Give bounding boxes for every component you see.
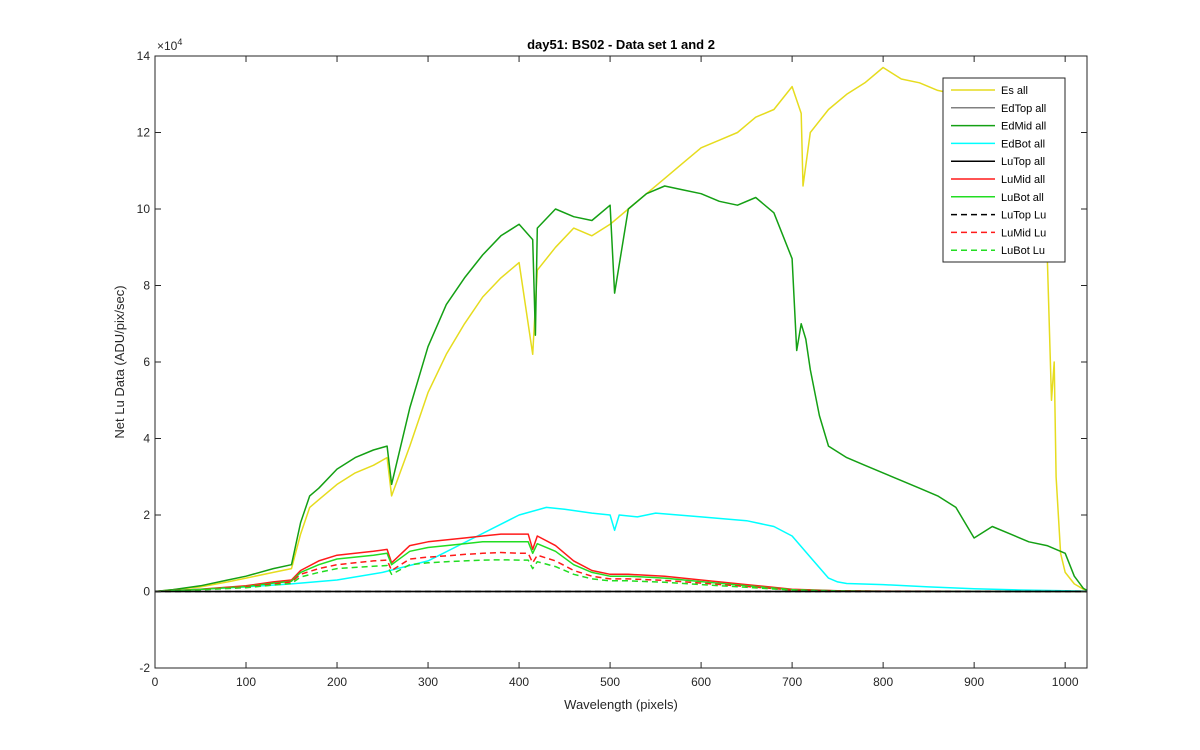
x-tick-label: 600 [691,675,711,689]
legend-label: LuTop Lu [1001,210,1046,222]
y-tick-label: 6 [143,355,150,369]
y-tick-label: 12 [137,126,151,140]
legend-label: Es all [1001,85,1028,97]
legend-label: EdTop all [1001,103,1046,115]
x-tick-label: 700 [782,675,802,689]
x-tick-label: 300 [418,675,438,689]
legend-label: LuTop all [1001,156,1045,168]
x-tick-label: 800 [873,675,893,689]
y-axis-exponent-base: ×10 [157,39,178,53]
y-axis-label: Net Lu Data (ADU/pix/sec) [112,285,127,438]
chart-title: day51: BS02 - Data set 1 and 2 [527,37,715,52]
y-tick-label: 4 [143,432,150,446]
legend-label: EdMid all [1001,121,1046,133]
y-tick-label: 10 [137,202,151,216]
y-tick-label: 8 [143,279,150,293]
line-chart: 0 100 200 300 400 500 600 700 800 900 1000 -202468… [0,0,1200,750]
y-tick-label: 2 [143,508,150,522]
x-tick-label: 200 [327,675,347,689]
y-tick-label: -2 [139,661,150,675]
x-axis-label: Wavelength (pixels) [564,697,678,712]
y-tick-label: 0 [143,585,150,599]
legend-label: EdBot all [1001,138,1045,150]
x-tick-label: 1000 [1052,675,1079,689]
x-tick-label: 0 [152,675,159,689]
x-tick-label: 400 [509,675,529,689]
y-tick-label: 14 [137,49,151,63]
x-tick-label: 900 [964,675,984,689]
x-tick-label: 100 [236,675,256,689]
y-axis-exponent-power: 4 [177,37,182,47]
legend-label: LuMid Lu [1001,227,1046,239]
legend: Es all EdTop all EdMid all EdBot all LuTop a… [942,77,1066,263]
legend-label: LuBot Lu [1001,245,1045,257]
legend-label: LuBot all [1001,192,1044,204]
legend-label: LuMid all [1001,174,1045,186]
x-tick-label: 500 [600,675,620,689]
